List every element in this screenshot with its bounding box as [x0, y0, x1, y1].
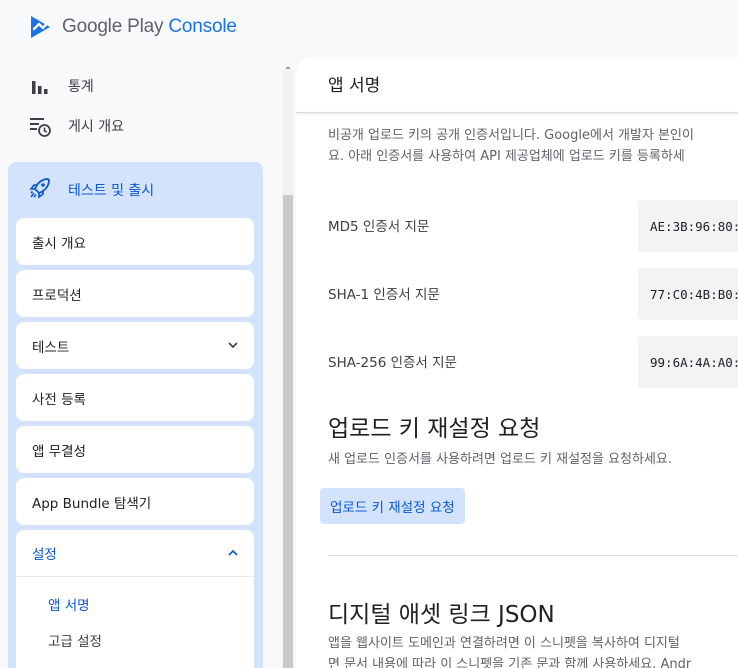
digital-asset-links-description-line2: 면 문서 내용에 따라 이 스니펫을 기존 문과 함께 사용하세요. Andr [328, 657, 692, 668]
nav-item-production[interactable]: 프로덕션 [16, 270, 254, 317]
reset-upload-key-heading: 업로드 키 재설정 요청 [328, 416, 541, 442]
sidebar: Google Play Console 통계 게시 개요 테스트 및 출시 출시… [0, 0, 282, 668]
upload-cert-description-line2: 요. 아래 인증서를 사용하여 API 제공업체에 업로드 키를 등록하세 [328, 149, 685, 164]
google-play-console-logo[interactable]: Google Play Console [28, 12, 237, 42]
page-title: 앱 서명 [328, 76, 381, 96]
logo-console: Console [168, 16, 237, 37]
digital-asset-links-description-line1: 앱을 웹사이트 도메인과 연결하려면 이 스니펫을 복사하여 디지털 [328, 636, 680, 651]
nav-item-testing[interactable]: 테스트 [16, 322, 254, 369]
nav-item-app-integrity[interactable]: 앱 무결성 [16, 426, 254, 473]
bar-chart-icon [28, 74, 52, 98]
chevron-up-icon[interactable] [226, 546, 240, 560]
nav-item-label: 테스트 [32, 339, 70, 356]
nav-item-stats-label: 통계 [68, 79, 94, 95]
nav-item-label: 앱 무결성 [32, 443, 86, 460]
nav-group-settings: 설정 앱 서명 고급 설정 [16, 530, 254, 668]
list-clock-icon [28, 114, 52, 138]
sidebar-scrollbar-thumb[interactable] [283, 195, 293, 668]
header-divider [296, 112, 738, 113]
fingerprint-text: AE:3B:96:80: [650, 218, 738, 234]
nav-item-publishing-overview-label: 게시 개요 [68, 119, 124, 135]
reset-upload-key-description: 새 업로드 인증서를 사용하려면 업로드 키 재설정을 요청하세요. [328, 452, 673, 467]
nav-item-pre-registration[interactable]: 사전 등록 [16, 374, 254, 421]
md5-fingerprint-label: MD5 인증서 지문 [328, 219, 430, 235]
sha256-fingerprint-value[interactable]: 99:6A:4A:A0: [638, 336, 738, 388]
nav-item-label: 프로덕션 [32, 287, 82, 304]
upload-cert-description-line1: 비공개 업로드 키의 공개 인증서입니다. Google에서 개발자 본인이 [328, 128, 694, 143]
chevron-down-icon[interactable] [226, 338, 240, 352]
nav-subitem-app-signing[interactable]: 앱 서명 [48, 594, 90, 614]
nav-item-stats[interactable]: 통계 [28, 74, 94, 98]
release-section: 테스트 및 출시 출시 개요 프로덕션 테스트 사전 등록 앱 무결성 App … [8, 162, 263, 668]
sha256-fingerprint-label: SHA-256 인증서 지문 [328, 355, 457, 371]
scroll-up-arrow-icon[interactable] [283, 62, 293, 72]
nav-item-release-overview[interactable]: 출시 개요 [16, 218, 254, 265]
release-section-header[interactable]: 테스트 및 출시 [28, 176, 154, 204]
logo-text: Google Play Console [62, 16, 237, 38]
fingerprint-text: 99:6A:4A:A0: [650, 354, 738, 370]
nav-item-settings-label: 설정 [32, 547, 57, 563]
nav-item-app-bundle-explorer[interactable]: App Bundle 탐색기 [16, 478, 254, 525]
request-upload-key-reset-button[interactable]: 업로드 키 재설정 요청 [320, 488, 465, 524]
nav-item-settings[interactable]: 설정 [16, 530, 254, 577]
release-section-label: 테스트 및 출시 [68, 183, 155, 199]
fingerprint-text: 77:C0:4B:B0: [650, 286, 738, 302]
nav-subitem-advanced-settings[interactable]: 고급 설정 [48, 630, 102, 650]
section-divider [328, 555, 738, 556]
sha1-fingerprint-value[interactable]: 77:C0:4B:B0: [638, 268, 738, 320]
logo-google-play: Google Play [62, 16, 164, 37]
play-console-logo-icon [31, 16, 51, 38]
nav-item-publishing-overview[interactable]: 게시 개요 [28, 114, 124, 138]
md5-fingerprint-value[interactable]: AE:3B:96:80: [638, 200, 738, 252]
main-panel: 앱 서명 비공개 업로드 키의 공개 인증서입니다. Google에서 개발자 … [296, 57, 738, 668]
digital-asset-links-heading: 디지털 애셋 링크 JSON [328, 602, 555, 628]
nav-item-label: 출시 개요 [32, 235, 86, 252]
nav-item-label: 사전 등록 [32, 391, 86, 408]
nav-item-label: App Bundle 탐색기 [32, 495, 152, 512]
rocket-icon [28, 176, 52, 204]
sha1-fingerprint-label: SHA-1 인증서 지문 [328, 287, 440, 303]
